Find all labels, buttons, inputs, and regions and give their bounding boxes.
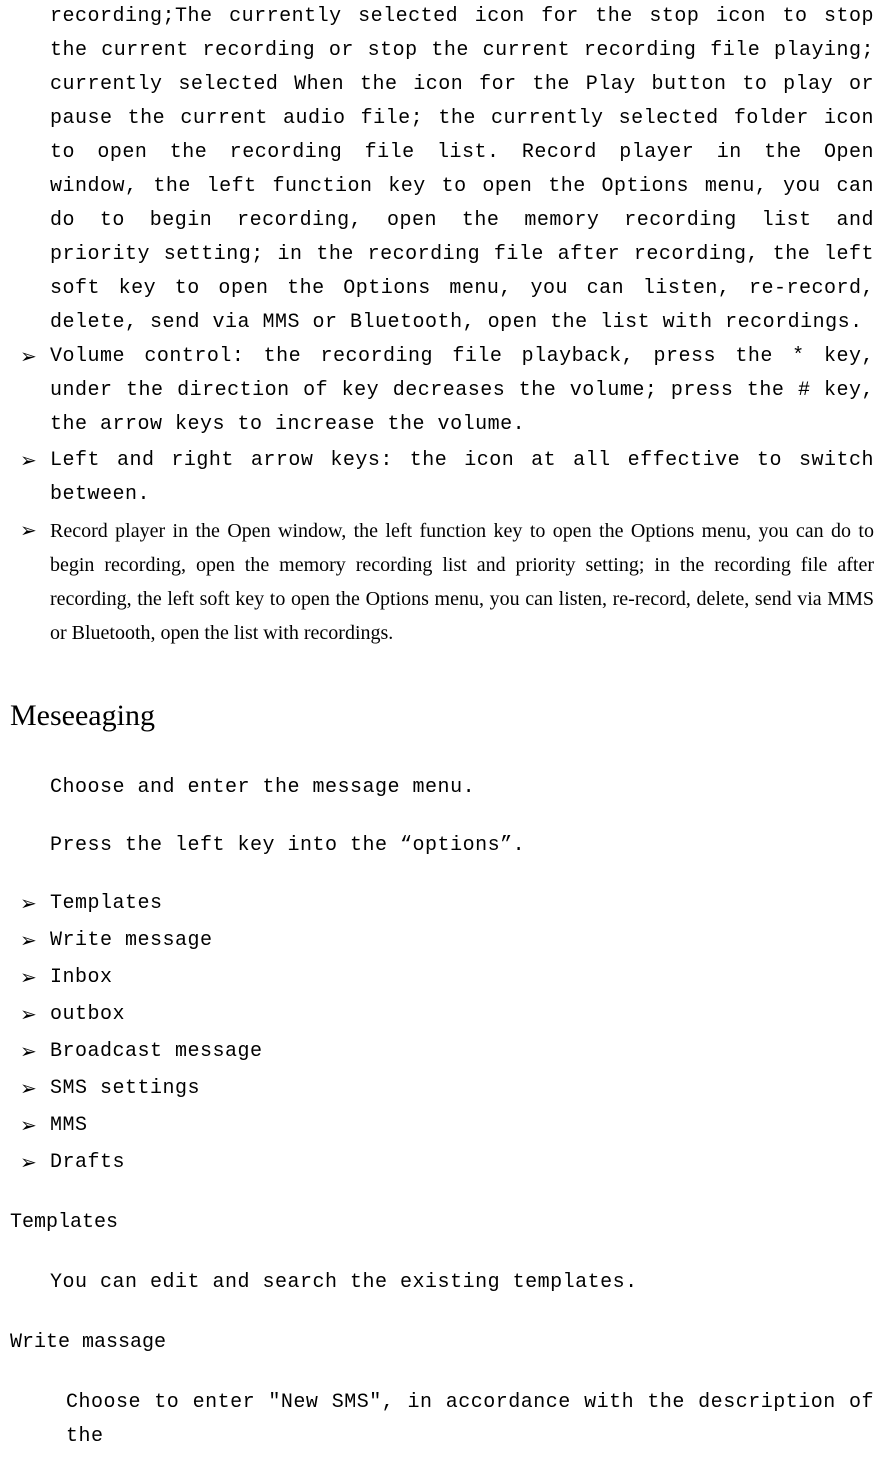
list-item: Broadcast message	[10, 1035, 874, 1069]
messaging-intro-1: Choose and enter the message menu.	[10, 771, 874, 805]
list-item: SMS settings	[10, 1072, 874, 1106]
templates-subheading: Templates	[10, 1206, 874, 1240]
list-item: Record player in the Open window, the le…	[10, 514, 874, 650]
list-item: Volume control: the recording file playb…	[10, 340, 874, 442]
messaging-heading: Meseeaging	[10, 690, 874, 741]
list-item: Left and right arrow keys: the icon at a…	[10, 444, 874, 512]
document-body: recording;The currently selected icon fo…	[0, 0, 884, 1454]
messaging-intro-2: Press the left key into the “options”.	[10, 829, 874, 863]
list-item: outbox	[10, 998, 874, 1032]
write-message-body: Choose to enter "New SMS", in accordance…	[10, 1386, 874, 1454]
templates-body: You can edit and search the existing tem…	[10, 1266, 874, 1300]
list-item: MMS	[10, 1109, 874, 1143]
top-paragraph: recording;The currently selected icon fo…	[10, 0, 874, 340]
write-message-subheading: Write massage	[10, 1326, 874, 1360]
list-item: Write message	[10, 924, 874, 958]
recorder-bullet-list: Volume control: the recording file playb…	[10, 340, 874, 650]
list-item: Drafts	[10, 1146, 874, 1180]
list-item: Inbox	[10, 961, 874, 995]
messaging-options-list: Templates Write message Inbox outbox Bro…	[10, 887, 874, 1180]
list-item: Templates	[10, 887, 874, 921]
